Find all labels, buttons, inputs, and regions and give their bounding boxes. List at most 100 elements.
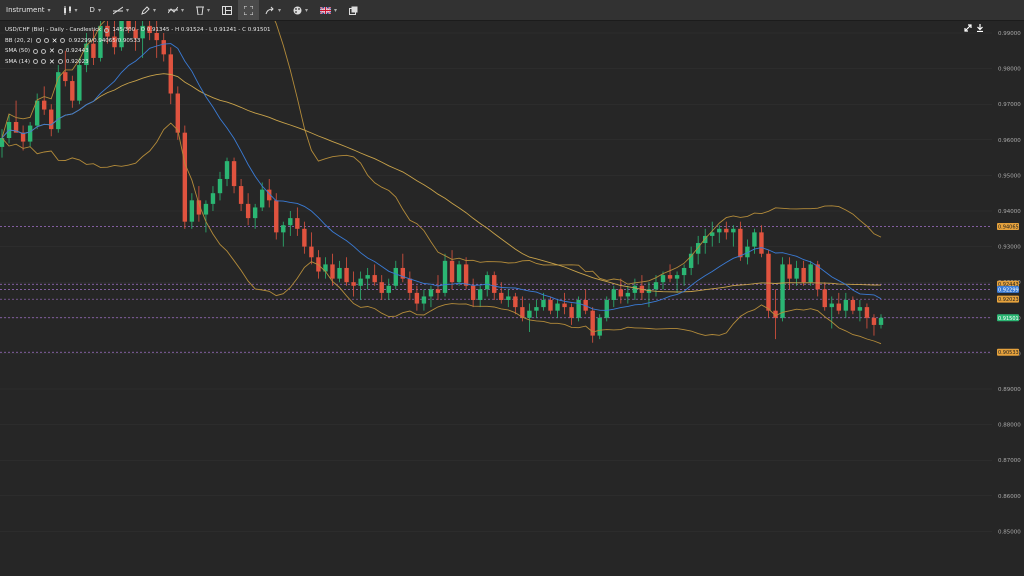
chevron-down-icon: ▾: [125, 6, 129, 14]
legend-bb-label: BB (20, 2): [5, 37, 33, 44]
close-icon[interactable]: ✕: [49, 57, 55, 68]
layout-icon: [222, 5, 233, 15]
candle-body: [541, 300, 546, 308]
gear-icon[interactable]: [57, 48, 63, 54]
candle-body: [695, 243, 701, 254]
candle-body: [386, 285, 391, 293]
candle-body: [611, 289, 616, 300]
price-tag-label: 0.92023: [998, 297, 1019, 303]
close-icon[interactable]: ✕: [52, 36, 58, 47]
candle-body: [780, 264, 785, 318]
candle-body: [492, 275, 497, 293]
language-tool[interactable]: ▾: [314, 0, 343, 20]
candle-body: [759, 232, 764, 254]
visibility-icon[interactable]: [43, 38, 49, 44]
candle-body: [463, 264, 469, 286]
candle-body: [175, 93, 180, 133]
settings-icon[interactable]: [33, 48, 39, 54]
price-tag-label: 0.91501: [998, 316, 1019, 322]
bollinger-lower-line: [1, 122, 882, 345]
chevron-down-icon: ▾: [97, 6, 101, 14]
indicators-tool[interactable]: ▾: [162, 0, 190, 20]
visibility-icon[interactable]: [41, 48, 47, 54]
candle-body: [70, 81, 75, 101]
gear-icon[interactable]: [57, 59, 63, 65]
candle-body: [801, 267, 806, 283]
legend-sma50-value: 0.92443: [65, 48, 89, 54]
uk-flag-icon: [320, 6, 332, 14]
y-tick-label: 0.87000: [998, 458, 1021, 464]
expand-icon[interactable]: [964, 24, 972, 32]
download-icon[interactable]: [976, 24, 984, 32]
candle-body: [365, 275, 370, 279]
window-tool[interactable]: [343, 0, 364, 20]
y-tick-label: 0.86000: [998, 494, 1021, 500]
price-tag-label: 0.94065: [998, 224, 1019, 230]
delete-tool[interactable]: ▾: [190, 0, 216, 20]
y-tick-label: 0.94000: [998, 209, 1021, 215]
candle-body: [309, 246, 314, 258]
close-icon[interactable]: ✕: [49, 46, 55, 57]
chevron-down-icon: ▾: [278, 6, 282, 14]
pencil-tool[interactable]: ▾: [135, 0, 162, 20]
candle-body: [414, 292, 420, 304]
share-tool[interactable]: ▾: [259, 0, 287, 20]
candle-body: [351, 282, 356, 286]
candle-body: [295, 218, 300, 229]
settings-icon[interactable]: [104, 27, 110, 33]
y-tick-label: 0.99000: [998, 31, 1021, 37]
indicators-icon: [167, 6, 178, 13]
candlestick-icon: [63, 5, 71, 15]
settings-icon[interactable]: [33, 59, 39, 65]
candle-body: [63, 72, 68, 82]
y-tick-label: 0.85000: [998, 529, 1021, 535]
candle-body: [829, 303, 834, 308]
chevron-down-icon: ▾: [47, 6, 51, 14]
candle-body: [421, 296, 427, 304]
candle-body: [379, 282, 384, 293]
timeframe-menu[interactable]: D ▾: [84, 0, 107, 20]
candle-body: [203, 203, 209, 215]
candle-body: [850, 300, 856, 311]
chevron-down-icon: ▾: [305, 6, 309, 14]
sma14-line: [1, 43, 882, 311]
candle-body: [238, 186, 244, 204]
y-tick-label: 0.95000: [998, 173, 1021, 179]
fullscreen-tool[interactable]: [238, 0, 260, 20]
candle-body: [210, 193, 216, 204]
price-tag-label: 0.90533: [998, 350, 1019, 356]
candle-body: [393, 267, 398, 286]
candle-body: [27, 125, 33, 142]
theme-tool[interactable]: ▾: [287, 0, 314, 20]
palette-icon: [293, 6, 302, 14]
candle-body: [562, 303, 567, 308]
candle-body: [252, 207, 258, 219]
y-tick-label: 0.96000: [998, 138, 1021, 144]
candle-body: [857, 307, 863, 311]
legend-symbol-row: USD/CHF (Bid) - Daily - Candlestick 145/…: [5, 25, 270, 36]
candle-body: [724, 228, 729, 233]
candle-body: [597, 317, 602, 336]
candle-body: [632, 285, 638, 293]
chart-type-menu[interactable]: ▾: [57, 0, 84, 20]
candle-body: [752, 232, 757, 247]
legend-sma50-label: SMA (50): [5, 48, 31, 54]
candle-body: [189, 200, 195, 222]
settings-icon[interactable]: [35, 38, 41, 44]
legend-sma50-row: SMA (50) ✕ 0.92443: [5, 46, 270, 57]
gear-icon[interactable]: [60, 38, 66, 44]
candle-body: [864, 307, 870, 318]
candle-body: [477, 289, 483, 300]
trash-icon: [196, 6, 204, 15]
candle-body: [794, 267, 799, 279]
instrument-menu[interactable]: Instrument ▾: [0, 0, 57, 20]
line-tool-icon: [112, 6, 123, 14]
candle-body: [681, 267, 687, 276]
visibility-icon[interactable]: [41, 59, 47, 65]
candle-body: [499, 292, 504, 300]
draw-line-tool[interactable]: ▾: [107, 0, 135, 20]
price-chart[interactable]: 0.99000 0.98000 0.97000 0.96000 0.95000 0.940…: [0, 21, 1024, 576]
candle-body: [217, 178, 223, 194]
layout-tool[interactable]: [216, 0, 238, 20]
candle-body: [231, 161, 237, 187]
